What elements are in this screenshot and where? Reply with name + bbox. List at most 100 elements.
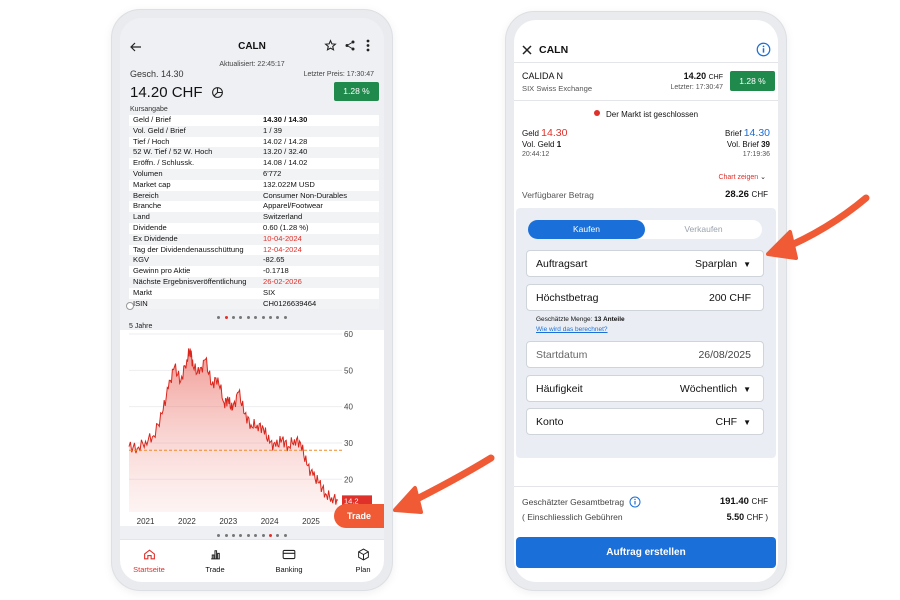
section-label: Kursangabe — [130, 106, 168, 113]
market-status: Der Markt ist geschlossen — [514, 110, 778, 119]
calculation-help-link[interactable]: Wie wird das berechnet? — [536, 326, 608, 333]
nav-label: Trade — [205, 565, 225, 574]
table-row: 52 W. Tief / 52 W. Hoch 13.20 / 32.40 — [129, 147, 379, 159]
row-value: Apparel/Footwear — [263, 201, 323, 211]
row-value: 14.08 / 14.02 — [263, 158, 308, 168]
create-order-button[interactable]: Auftrag erstellen — [516, 537, 776, 568]
table-row: Markt SIX — [129, 287, 379, 299]
table-row: Gewinn pro Aktie -0.1718 — [129, 266, 379, 277]
box-icon — [357, 548, 369, 561]
table-row: Bereich Consumer Non-Durables — [129, 190, 379, 202]
pie-chart-icon[interactable] — [211, 86, 224, 99]
order-form-panel: Kaufen Verkaufen Auftragsart Sparplan ▼ H… — [516, 208, 776, 458]
table-row: Dividende 0.60 (1.28 %) — [129, 223, 379, 234]
x-tick-label: 2021 — [137, 517, 155, 526]
table-row: Eröffn. / Schlussk. 14.08 / 14.02 — [129, 158, 379, 169]
order-type-select[interactable]: Auftragsart Sparplan ▼ — [526, 250, 764, 277]
row-key: Vol. Geld / Brief — [133, 125, 186, 135]
table-row: Vol. Geld / Brief 1 / 39 — [129, 125, 379, 137]
close-icon[interactable] — [522, 45, 532, 55]
row-value: -0.1718 — [263, 266, 289, 276]
x-tick-label: 2023 — [219, 517, 237, 526]
price-chart[interactable]: 203040506014.22021 2022 2023 2024 2025 — [120, 330, 384, 526]
table-row: Land Switzerland — [129, 212, 379, 223]
nav-plan[interactable]: Plan — [338, 548, 384, 574]
more-vertical-icon[interactable] — [366, 39, 370, 52]
right-phone: CALN CALIDA N SIX Swiss Exchange 14.20 C… — [506, 12, 786, 590]
table-row: Geld / Brief 14.30 / 14.30 — [129, 115, 379, 126]
trade-fab-button[interactable]: Trade — [334, 504, 384, 528]
info-icon[interactable] — [756, 42, 771, 57]
row-key: 52 W. Tief / 52 W. Hoch — [133, 147, 213, 157]
table-row: Ex Dividende 10-04-2024 — [129, 233, 379, 245]
fees-label: ( Einschliesslich Gebühren — [522, 512, 623, 522]
tab-buy[interactable]: Kaufen — [528, 220, 645, 239]
max-amount-input[interactable]: Höchstbetrag 200 CHF — [526, 284, 764, 311]
frequency-select[interactable]: Häufigkeit Wöchentlich ▼ — [526, 375, 764, 402]
row-key: Branche — [133, 201, 162, 211]
row-key: Dividende — [133, 223, 167, 232]
star-icon[interactable] — [324, 39, 337, 52]
x-tick-label: 2025 — [302, 517, 320, 526]
side-toggle: Kaufen Verkaufen — [528, 220, 762, 239]
x-tick-label: 2024 — [261, 517, 279, 526]
bar-chart-icon — [210, 550, 220, 560]
bid-block: Geld 14.30 Vol. Geld 1 20:44:12 — [522, 127, 568, 158]
row-key: Markt — [133, 287, 152, 297]
total-value: 191.40 CHF — [719, 496, 768, 507]
row-value: 1 / 39 — [263, 125, 282, 135]
start-date-input[interactable]: Startdatum 26/08/2025 — [526, 341, 764, 368]
table-row: Volumen 6'772 — [129, 169, 379, 180]
total-label: Geschätzter Gesamtbetrag — [522, 496, 641, 508]
account-select[interactable]: Konto CHF ▼ — [526, 408, 764, 435]
table-scroll-indicator — [126, 302, 134, 310]
row-value: 13.20 / 32.40 — [263, 147, 308, 157]
nav-startseite[interactable]: Startseite — [124, 548, 174, 574]
nav-label: Banking — [275, 565, 303, 574]
tab-sell[interactable]: Verkaufen — [645, 220, 762, 239]
nav-trade[interactable]: Trade — [190, 548, 240, 574]
annotation-arrow-right — [766, 194, 870, 260]
y-tick-label: 20 — [344, 475, 353, 484]
nav-label: Plan — [355, 565, 371, 574]
row-key: Market cap — [133, 179, 171, 189]
row-key: KGV — [133, 255, 150, 265]
estimate-text: Geschätzte Menge: 13 Anteile — [536, 316, 625, 323]
card-icon — [282, 549, 296, 560]
caret-down-icon: ▼ — [743, 260, 751, 269]
info-icon[interactable] — [629, 496, 641, 508]
share-icon[interactable] — [344, 39, 356, 52]
row-value: -82.65 — [263, 255, 285, 265]
table-row: Nächste Ergebnisveröffentlichung 26-02-20… — [129, 277, 379, 288]
quote-table: Geld / Brief 14.30 / 14.30 Vol. Geld / Bri… — [120, 114, 384, 310]
chart-toggle[interactable]: Chart zeigen ⌄ — [718, 173, 766, 181]
row-key: Gewinn pro Aktie — [133, 266, 191, 276]
left-phone: CALN Aktualisiert: 22:45:17 Gesch. 14.30… — [112, 10, 392, 590]
y-tick-label: 50 — [344, 366, 353, 375]
row-key: Bereich — [133, 190, 159, 200]
caret-down-icon: ▼ — [743, 418, 751, 427]
table-row: ISIN CH0126639464 — [129, 298, 379, 310]
table-row: KGV -82.65 — [129, 255, 379, 267]
row-value: SIX — [263, 287, 276, 297]
order-screen: CALN CALIDA N SIX Swiss Exchange 14.20 C… — [514, 20, 778, 582]
nav-label: Startseite — [133, 565, 165, 574]
nav-banking[interactable]: Banking — [264, 548, 314, 574]
row-value: 26-02-2026 — [263, 277, 302, 286]
table-row: Branche Apparel/Footwear — [129, 201, 379, 213]
pager-dots-top[interactable] — [120, 312, 384, 319]
row-key: ISIN — [133, 298, 148, 308]
row-value: 132.022M USD — [263, 179, 315, 189]
table-row: Tag der Dividendenausschüttung 12-04-2024 — [129, 244, 379, 256]
row-value: 6'772 — [263, 169, 282, 178]
current-price: 14.20 CHF — [130, 84, 203, 101]
bottom-nav: Startseite Trade Banking Plan — [120, 539, 384, 582]
available-label: Verfügbarer Betrag — [522, 190, 594, 200]
ask-block: Brief 14.30 Vol. Brief 39 17:19:36 — [725, 127, 770, 158]
gesch-label: Gesch. 14.30 — [130, 69, 184, 79]
row-value: 10-04-2024 — [263, 233, 302, 243]
instrument-price: 14.20 CHF — [683, 71, 723, 81]
pager-dots-bottom[interactable] — [120, 530, 384, 537]
y-tick-label: 60 — [344, 330, 353, 339]
order-title: CALN — [539, 44, 569, 56]
